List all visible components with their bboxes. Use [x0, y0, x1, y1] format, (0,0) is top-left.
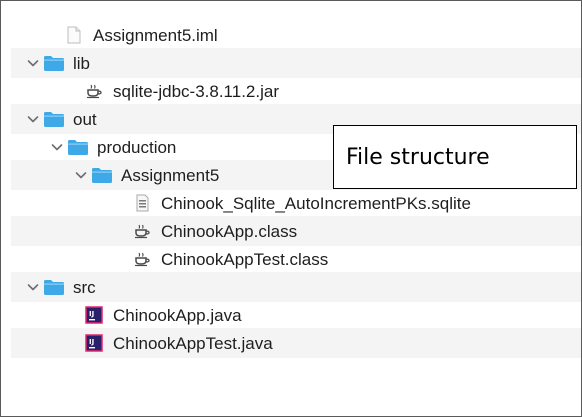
tree-item-label: lib — [73, 53, 91, 73]
chevron-down-icon[interactable] — [25, 279, 41, 295]
folder-icon — [43, 110, 65, 128]
tree-item-label: sqlite-jdbc-3.8.11.2.jar — [113, 81, 279, 101]
folder-icon — [43, 54, 65, 72]
tree-item-chinook-sqlite[interactable]: Chinook_Sqlite_AutoIncrementPKs.sqlite — [11, 188, 581, 218]
file-structure-callout: File structure — [333, 125, 577, 189]
folder-icon — [43, 278, 65, 296]
tree-item-chinookapp-java[interactable]: ChinookApp.java — [11, 300, 581, 330]
tree-item-assignment5-iml[interactable]: Assignment5.iml — [11, 20, 581, 50]
java-file-icon — [83, 334, 105, 352]
tree-item-label: ChinookApp.java — [113, 305, 242, 325]
class-file-icon — [131, 222, 153, 240]
tree-item-chinookapptest-java[interactable]: ChinookAppTest.java — [11, 328, 581, 358]
chevron-down-icon[interactable] — [49, 139, 65, 155]
tree-item-lib[interactable]: lib — [11, 48, 581, 78]
tree-item-label: ChinookApp.class — [161, 221, 298, 241]
jar-icon — [83, 82, 105, 100]
tree-item-label: production — [97, 137, 177, 157]
tree-item-src[interactable]: src — [11, 272, 581, 302]
tree-item-label: Assignment5 — [121, 165, 220, 185]
tree-item-label: Chinook_Sqlite_AutoIncrementPKs.sqlite — [161, 193, 471, 213]
tree-item-label: ChinookAppTest.class — [161, 249, 329, 269]
chevron-down-icon[interactable] — [25, 111, 41, 127]
tree-item-label: out — [73, 109, 97, 129]
file-tree-panel: Assignment5.iml lib sqlite-jdbc-3.8.11.2… — [0, 0, 582, 417]
folder-icon — [67, 138, 89, 156]
database-file-icon — [131, 194, 153, 212]
class-file-icon — [131, 250, 153, 268]
folder-icon — [91, 166, 113, 184]
tree-item-label: ChinookAppTest.java — [113, 333, 273, 353]
chevron-down-icon[interactable] — [73, 167, 89, 183]
file-icon — [63, 26, 85, 44]
callout-text: File structure — [346, 144, 490, 170]
tree-item-label: Assignment5.iml — [93, 25, 218, 45]
tree-item-sqlite-jar[interactable]: sqlite-jdbc-3.8.11.2.jar — [11, 76, 581, 106]
java-file-icon — [83, 306, 105, 324]
tree-item-chinookapptest-class[interactable]: ChinookAppTest.class — [11, 244, 581, 274]
tree-item-chinookapp-class[interactable]: ChinookApp.class — [11, 216, 581, 246]
tree-item-label: src — [73, 277, 96, 297]
chevron-down-icon[interactable] — [25, 55, 41, 71]
